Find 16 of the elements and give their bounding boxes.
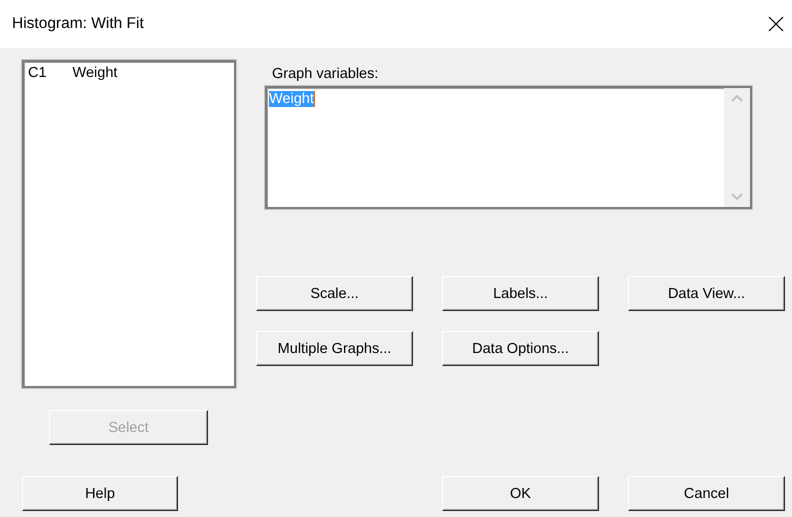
- column-id[interactable]: C1: [28, 65, 47, 81]
- ok-button[interactable]: OK: [442, 476, 599, 511]
- close-icon[interactable]: [768, 16, 784, 32]
- window-title: Histogram: With Fit: [12, 15, 144, 33]
- option-button[interactable]: Data Options...: [442, 331, 599, 366]
- cancel-button[interactable]: Cancel: [628, 476, 785, 511]
- option-button[interactable]: Labels...: [442, 276, 599, 311]
- help-button[interactable]: Help: [22, 476, 178, 511]
- graph-variables-label: Graph variables:: [272, 66, 380, 82]
- option-button[interactable]: Multiple Graphs...: [256, 331, 413, 366]
- variable-list[interactable]: C1 Weight: [22, 60, 236, 388]
- option-button[interactable]: Data View...: [628, 276, 785, 311]
- variable-name[interactable]: Weight: [72, 65, 118, 81]
- scroll-up-icon[interactable]: [731, 94, 743, 102]
- scroll-down-icon[interactable]: [731, 193, 743, 201]
- option-button[interactable]: Scale...: [256, 276, 413, 311]
